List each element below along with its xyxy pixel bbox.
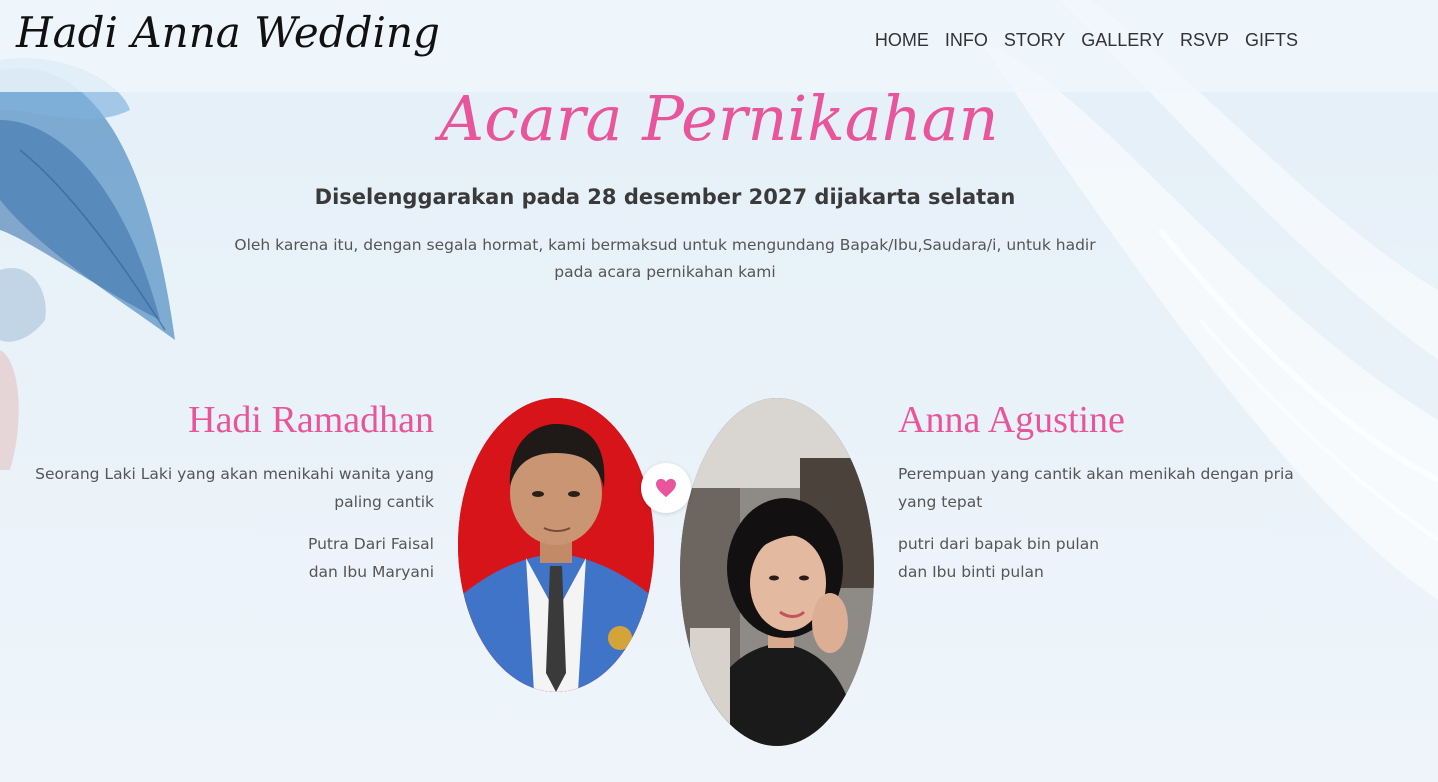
nav-info-link[interactable]: INFO xyxy=(937,30,996,51)
nav-story-link[interactable]: STORY xyxy=(996,30,1073,51)
brand-logo[interactable]: Hadi Anna Wedding xyxy=(16,8,440,57)
event-date: Diselenggarakan pada 28 desember 2027 di… xyxy=(314,185,1016,209)
bride-parents-line: dan Ibu binti pulan xyxy=(898,563,1044,581)
section-title: Acara Pernikahan xyxy=(439,82,999,155)
groom-photo xyxy=(458,398,654,692)
invitation-text: Oleh karena itu, dengan segala hormat, k… xyxy=(230,232,1100,286)
nav-gallery-link[interactable]: GALLERY xyxy=(1073,30,1172,51)
nav-gifts-link[interactable]: GIFTS xyxy=(1237,30,1306,51)
navbar: Hadi Anna Wedding HOME INFO STORY GALLER… xyxy=(0,0,1438,92)
invitation-line: Oleh karena itu, dengan segala hormat, k… xyxy=(234,236,1096,254)
groom-parents: Putra Dari Faisal dan Ibu Maryani xyxy=(14,530,434,586)
bride-description-line: yang tepat xyxy=(898,493,983,511)
groom-description-line: paling cantik xyxy=(334,493,434,511)
bride-photo xyxy=(680,398,874,746)
heart-icon xyxy=(656,478,676,498)
groom-parents-line: dan Ibu Maryani xyxy=(308,563,434,581)
groom-description-line: Seorang Laki Laki yang akan menikahi wan… xyxy=(35,465,434,483)
bride-parents: putri dari bapak bin pulan dan Ibu binti… xyxy=(898,530,1318,586)
groom-description: Seorang Laki Laki yang akan menikahi wan… xyxy=(14,460,434,516)
heart-badge xyxy=(641,463,691,513)
bride-description: Perempuan yang cantik akan menikah denga… xyxy=(898,460,1318,516)
nav-home-link[interactable]: HOME xyxy=(867,30,937,51)
bride-portrait xyxy=(680,398,874,746)
nav-links: HOME INFO STORY GALLERY RSVP GIFTS xyxy=(867,30,1306,51)
bride-description-line: Perempuan yang cantik akan menikah denga… xyxy=(898,465,1294,483)
groom-name: Hadi Ramadhan xyxy=(188,399,434,441)
bride-name: Anna Agustine xyxy=(898,399,1125,441)
nav-rsvp-link[interactable]: RSVP xyxy=(1172,30,1237,51)
bride-parents-line: putri dari bapak bin pulan xyxy=(898,535,1100,553)
groom-parents-line: Putra Dari Faisal xyxy=(308,535,434,553)
invitation-line: pada acara pernikahan kami xyxy=(554,263,776,281)
groom-portrait xyxy=(458,398,654,692)
